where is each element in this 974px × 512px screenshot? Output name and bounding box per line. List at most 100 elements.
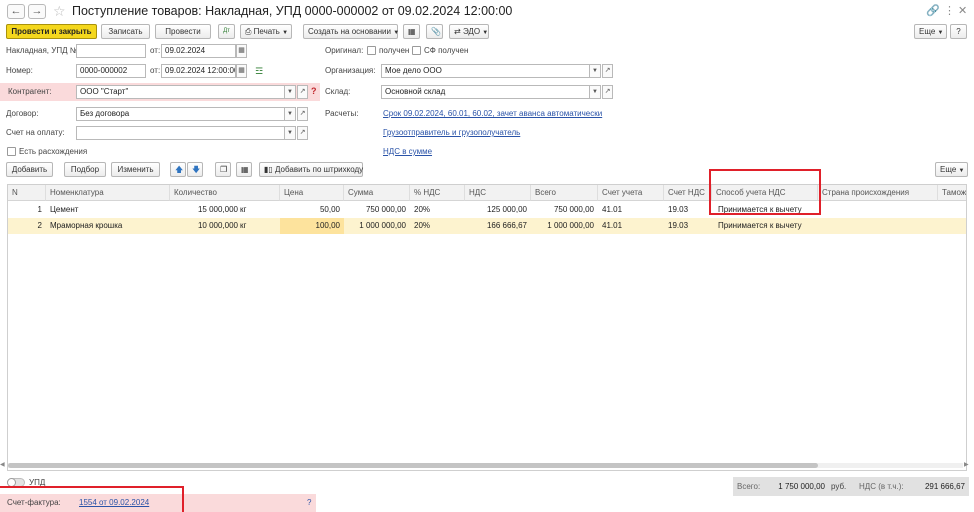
row-country[interactable] <box>818 218 938 234</box>
chevron-down-icon[interactable]: ▼ <box>590 64 601 78</box>
chevron-down-icon[interactable]: ▼ <box>285 126 296 140</box>
column-header-country[interactable]: Страна происхождения <box>818 185 938 201</box>
column-header-account[interactable]: Счет учета <box>598 185 664 201</box>
attachment-icon[interactable]: 📎 <box>426 24 443 39</box>
row-vat-rate[interactable]: 20% <box>410 202 465 218</box>
contract-field[interactable]: Без договора <box>76 107 285 121</box>
back-arrow-icon[interactable]: ← <box>7 4 25 19</box>
scroll-right-icon[interactable]: ▶ <box>964 461 969 468</box>
add-row-button[interactable]: Добавить <box>6 162 53 177</box>
table-row-selected[interactable]: 2 Мраморная крошка 10 000,000 кг 100,00 … <box>8 218 966 234</box>
column-header-vat-account[interactable]: Счет НДС <box>664 185 712 201</box>
horizontal-scrollbar-thumb[interactable] <box>8 463 818 468</box>
calendar-icon[interactable]: ▦ <box>236 64 247 78</box>
payment-account-field[interactable] <box>76 126 285 140</box>
column-header-vat-rate[interactable]: % НДС <box>410 185 465 201</box>
row-quantity[interactable]: 10 000,000 <box>170 218 242 234</box>
save-button[interactable]: Записать <box>101 24 150 39</box>
column-header-nomenclature[interactable]: Номенклатура <box>46 185 170 201</box>
forward-arrow-icon[interactable]: → <box>28 4 46 19</box>
sf-received-checkbox[interactable] <box>412 46 421 55</box>
organization-field[interactable]: Мое дело ООО <box>381 64 590 78</box>
help-icon[interactable]: ? <box>950 24 967 39</box>
open-link-icon[interactable]: ↗ <box>297 126 308 140</box>
dt-kt-icon[interactable]: Дт <box>218 24 235 39</box>
link-icon[interactable]: 🔗 <box>926 4 940 17</box>
vat-in-amount-link[interactable]: НДС в сумме <box>383 145 432 159</box>
structure-icon[interactable]: ▦ <box>403 24 420 39</box>
row-price[interactable]: 50,00 <box>280 202 344 218</box>
row-vat-rate[interactable]: 20% <box>410 218 465 234</box>
row-total[interactable]: 1 000 000,00 <box>531 218 598 234</box>
move-down-icon[interactable]: 🡇 <box>187 162 203 177</box>
row-price-active-cell[interactable]: 100,00 <box>280 218 344 234</box>
print-button[interactable]: ⎙ Печать ▼ <box>240 24 292 39</box>
create-based-on-button[interactable]: Создать на основании ▼ <box>303 24 399 39</box>
calendar-icon[interactable]: ▦ <box>236 44 247 58</box>
row-total[interactable]: 750 000,00 <box>531 202 598 218</box>
row-account[interactable]: 41.01 <box>598 202 664 218</box>
edit-button[interactable]: Изменить <box>111 162 160 177</box>
row-account[interactable]: 41.01 <box>598 218 664 234</box>
add-by-barcode-button[interactable]: ▮▯ Добавить по штрихкоду <box>259 162 363 177</box>
column-header-n[interactable]: N <box>8 185 46 201</box>
open-link-icon[interactable]: ↗ <box>602 64 613 78</box>
open-link-icon[interactable]: ↗ <box>602 85 613 99</box>
more-button[interactable]: Еще ▼ <box>914 24 947 39</box>
chevron-down-icon[interactable]: ▼ <box>285 107 296 121</box>
row-sum[interactable]: 750 000,00 <box>344 202 410 218</box>
column-header-total[interactable]: Всего <box>531 185 598 201</box>
table-row[interactable]: 1 Цемент 15 000,000 кг 50,00 750 000,00 … <box>8 202 966 218</box>
row-sum[interactable]: 1 000 000,00 <box>344 218 410 234</box>
row-unit[interactable]: кг <box>236 218 266 234</box>
row-country[interactable] <box>818 202 938 218</box>
warehouse-field[interactable]: Основной склад <box>381 85 590 99</box>
received-checkbox[interactable] <box>367 46 376 55</box>
table-settings-icon[interactable]: ▦ <box>236 162 252 177</box>
invoice-number-field[interactable] <box>76 44 146 58</box>
total-label: Всего: <box>737 482 761 491</box>
invoice-date-field[interactable]: 09.02.2024 <box>161 44 236 58</box>
row-quantity[interactable]: 15 000,000 <box>170 202 242 218</box>
post-button[interactable]: Провести <box>155 24 211 39</box>
close-icon[interactable]: ✕ <box>958 4 967 17</box>
column-header-sum[interactable]: Сумма <box>344 185 410 201</box>
row-nomenclature[interactable]: Мраморная крошка <box>46 218 170 234</box>
edo-button[interactable]: ⇄ ЭДО ▼ <box>449 24 489 39</box>
pick-button[interactable]: Подбор <box>64 162 106 177</box>
move-up-icon[interactable]: 🡅 <box>170 162 186 177</box>
row-number: 2 <box>37 221 42 230</box>
chevron-down-icon[interactable]: ▼ <box>590 85 601 99</box>
row-vat-method[interactable]: Принимается к вычету <box>714 218 818 234</box>
scroll-left-icon[interactable]: ◀ <box>0 461 5 468</box>
more-vertical-icon[interactable]: ⋮ <box>944 4 955 17</box>
help-question-icon[interactable]: ? <box>311 86 317 96</box>
row-unit[interactable]: кг <box>236 202 266 218</box>
row-vat-account[interactable]: 19.03 <box>664 218 712 234</box>
row-vat-account[interactable]: 19.03 <box>664 202 712 218</box>
column-header-customs[interactable]: Тамож <box>938 185 966 201</box>
invoice-help-icon[interactable]: ? <box>307 496 311 510</box>
number-field[interactable]: 0000-000002 <box>76 64 146 78</box>
shipper-consignee-link[interactable]: Грузоотправитель и грузополучатель <box>383 126 520 140</box>
post-and-close-button[interactable]: Провести и закрыть <box>6 24 97 39</box>
chevron-down-icon[interactable]: ▼ <box>285 85 296 99</box>
row-nomenclature[interactable]: Цемент <box>46 202 170 218</box>
counterparty-field[interactable]: ООО "Старт" <box>76 85 285 99</box>
settlements-link[interactable]: Срок 09.02.2024, 60.01, 60.02, зачет ава… <box>383 107 602 121</box>
row-vat[interactable]: 125 000,00 <box>465 202 531 218</box>
copy-icon[interactable]: ❐ <box>215 162 231 177</box>
open-link-icon[interactable]: ↗ <box>297 85 308 99</box>
discrepancy-checkbox[interactable] <box>7 147 16 156</box>
column-header-price[interactable]: Цена <box>280 185 344 201</box>
settlements-label: Расчеты: <box>325 109 359 118</box>
doc-datetime-field[interactable]: 09.02.2024 12:00:00 <box>161 64 236 78</box>
open-link-icon[interactable]: ↗ <box>297 107 308 121</box>
table-more-button[interactable]: Еще ▼ <box>935 162 968 177</box>
goods-table[interactable]: N Номенклатура Количество Цена Сумма % Н… <box>7 184 967 471</box>
column-header-quantity[interactable]: Количество <box>170 185 280 201</box>
favorite-star-icon[interactable]: ☆ <box>53 3 66 20</box>
history-icon[interactable]: ☲ <box>255 66 263 77</box>
column-header-vat[interactable]: НДС <box>465 185 531 201</box>
row-vat[interactable]: 166 666,67 <box>465 218 531 234</box>
